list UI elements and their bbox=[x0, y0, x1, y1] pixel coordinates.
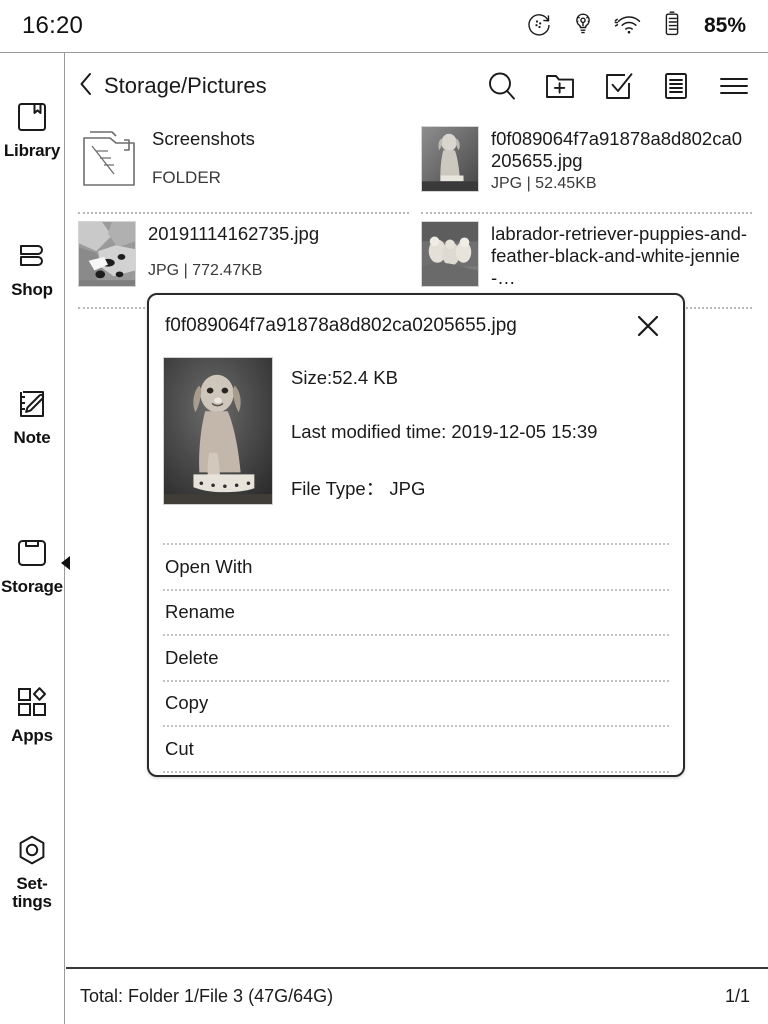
file-name: Screenshots bbox=[152, 128, 255, 149]
file-meta: JPG | 772.47KB bbox=[148, 262, 263, 279]
sidebar-item-label: Apps bbox=[11, 725, 53, 745]
wifi-icon[interactable] bbox=[614, 12, 644, 41]
note-icon bbox=[14, 382, 50, 426]
menu-item-open-with[interactable]: Open With bbox=[163, 543, 669, 589]
search-icon[interactable] bbox=[484, 68, 520, 104]
settings-icon bbox=[14, 828, 50, 872]
header-toolbar bbox=[484, 68, 752, 104]
dialog-file-facts: Size:52.4 KB Last modified time: 2019-12… bbox=[291, 357, 597, 533]
file-meta: FOLDER bbox=[152, 168, 221, 187]
status-icon-group: 85% bbox=[526, 10, 746, 43]
file-name: labrador-retriever-puppies-and-feather-b… bbox=[491, 223, 748, 288]
system-status-bar: 16:20 85% bbox=[0, 0, 768, 53]
sidebar-item-library[interactable]: Library bbox=[0, 95, 65, 160]
file-browser-header: Storage/Pictures bbox=[66, 53, 768, 119]
file-modified-label: Last modified time: 2019-12-05 15:39 bbox=[291, 421, 598, 442]
sidebar-item-settings[interactable]: Set- tings bbox=[0, 828, 65, 910]
list-item-text: f0f089064f7a91878a8d802ca0205655.jpg JPG… bbox=[491, 126, 752, 193]
battery-percent-label: 85% bbox=[703, 14, 746, 37]
breadcrumb[interactable]: Storage/Pictures bbox=[78, 71, 267, 102]
sidebar-item-label: Library bbox=[3, 141, 61, 160]
menu-item-set-as-screensaver[interactable]: Set as screensaver bbox=[163, 770, 669, 776]
folder-icon bbox=[78, 126, 140, 194]
file-name: f0f089064f7a91878a8d802ca0205655.jpg bbox=[491, 128, 743, 171]
file-type-label: File Type： JPG bbox=[291, 478, 426, 499]
file-list: Screenshots FOLDER f0f089064f7a91878a8d8… bbox=[66, 119, 768, 309]
breadcrumb-path: Storage/Pictures bbox=[104, 73, 267, 98]
menu-hamburger-icon[interactable] bbox=[716, 68, 752, 104]
chevron-left-icon[interactable] bbox=[78, 71, 94, 102]
clock: 16:20 bbox=[22, 12, 84, 39]
list-view-icon[interactable] bbox=[658, 68, 694, 104]
file-detail-dialog: f0f089064f7a91878a8d802ca0205655.jpg Siz… bbox=[147, 293, 685, 777]
battery-icon bbox=[663, 10, 681, 43]
sidebar-item-label: Storage bbox=[1, 577, 63, 597]
total-count-label: Total: Folder 1/File 3 (47G/64G) bbox=[80, 986, 334, 1006]
dog-portrait-thumb bbox=[421, 126, 479, 192]
puppies-thumb bbox=[421, 221, 479, 287]
list-item-text: Screenshots FOLDER bbox=[152, 126, 255, 188]
sidebar-item-label: Shop bbox=[11, 279, 53, 299]
dialog-title: f0f089064f7a91878a8d802ca0205655.jpg bbox=[165, 315, 517, 336]
list-item[interactable]: Screenshots FOLDER bbox=[78, 119, 409, 214]
status-footer: Total: Folder 1/File 3 (47G/64G) 1/1 bbox=[66, 967, 768, 1024]
storage-icon bbox=[14, 531, 50, 575]
sidebar-item-label: Set- tings bbox=[12, 874, 52, 912]
select-check-icon[interactable] bbox=[600, 68, 636, 104]
sidebar-item-apps[interactable]: Apps bbox=[0, 680, 65, 745]
file-meta: JPG | 52.45KB bbox=[491, 175, 597, 192]
menu-item-copy[interactable]: Copy bbox=[163, 679, 669, 726]
brightness-icon[interactable] bbox=[571, 11, 595, 42]
apps-icon bbox=[14, 680, 50, 724]
dialog-action-menu: Open With Rename Delete Copy Cut Set as … bbox=[149, 543, 683, 776]
sidebar-item-label: Note bbox=[13, 428, 51, 448]
page-indicator: 1/1 bbox=[724, 986, 750, 1006]
dog-portrait-preview bbox=[163, 357, 273, 505]
refresh-icon[interactable] bbox=[526, 11, 552, 42]
shop-icon bbox=[14, 234, 50, 278]
file-size-label: Size:52.4 KB bbox=[291, 367, 398, 388]
sidebar-item-note[interactable]: Note bbox=[0, 382, 65, 447]
file-name: 20191114162735.jpg bbox=[148, 223, 320, 244]
new-folder-icon[interactable] bbox=[542, 68, 578, 104]
sidebar-item-storage[interactable]: Storage bbox=[0, 531, 70, 597]
dialog-body: Size:52.4 KB Last modified time: 2019-12… bbox=[149, 357, 683, 533]
list-item[interactable]: f0f089064f7a91878a8d802ca0205655.jpg JPG… bbox=[421, 119, 752, 214]
close-icon[interactable] bbox=[631, 309, 665, 343]
file-row: Screenshots FOLDER f0f089064f7a91878a8d8… bbox=[78, 119, 752, 214]
menu-item-cut[interactable]: Cut bbox=[163, 725, 669, 771]
list-item-text: 20191114162735.jpg JPG | 772.47KB bbox=[148, 221, 319, 280]
sidebar-item-shop[interactable]: Shop bbox=[0, 234, 65, 299]
library-icon bbox=[14, 95, 50, 139]
menu-item-delete[interactable]: Delete bbox=[163, 634, 669, 680]
screenshot-thumb bbox=[78, 221, 136, 287]
eink-file-manager-screen: 16:20 85% Library Shop Note Storage Apps… bbox=[0, 0, 768, 1024]
left-navigation-sidebar: Library Shop Note Storage Apps Set- ting… bbox=[0, 53, 70, 1024]
menu-item-rename[interactable]: Rename bbox=[163, 588, 669, 635]
dialog-header: f0f089064f7a91878a8d802ca0205655.jpg bbox=[149, 295, 683, 357]
